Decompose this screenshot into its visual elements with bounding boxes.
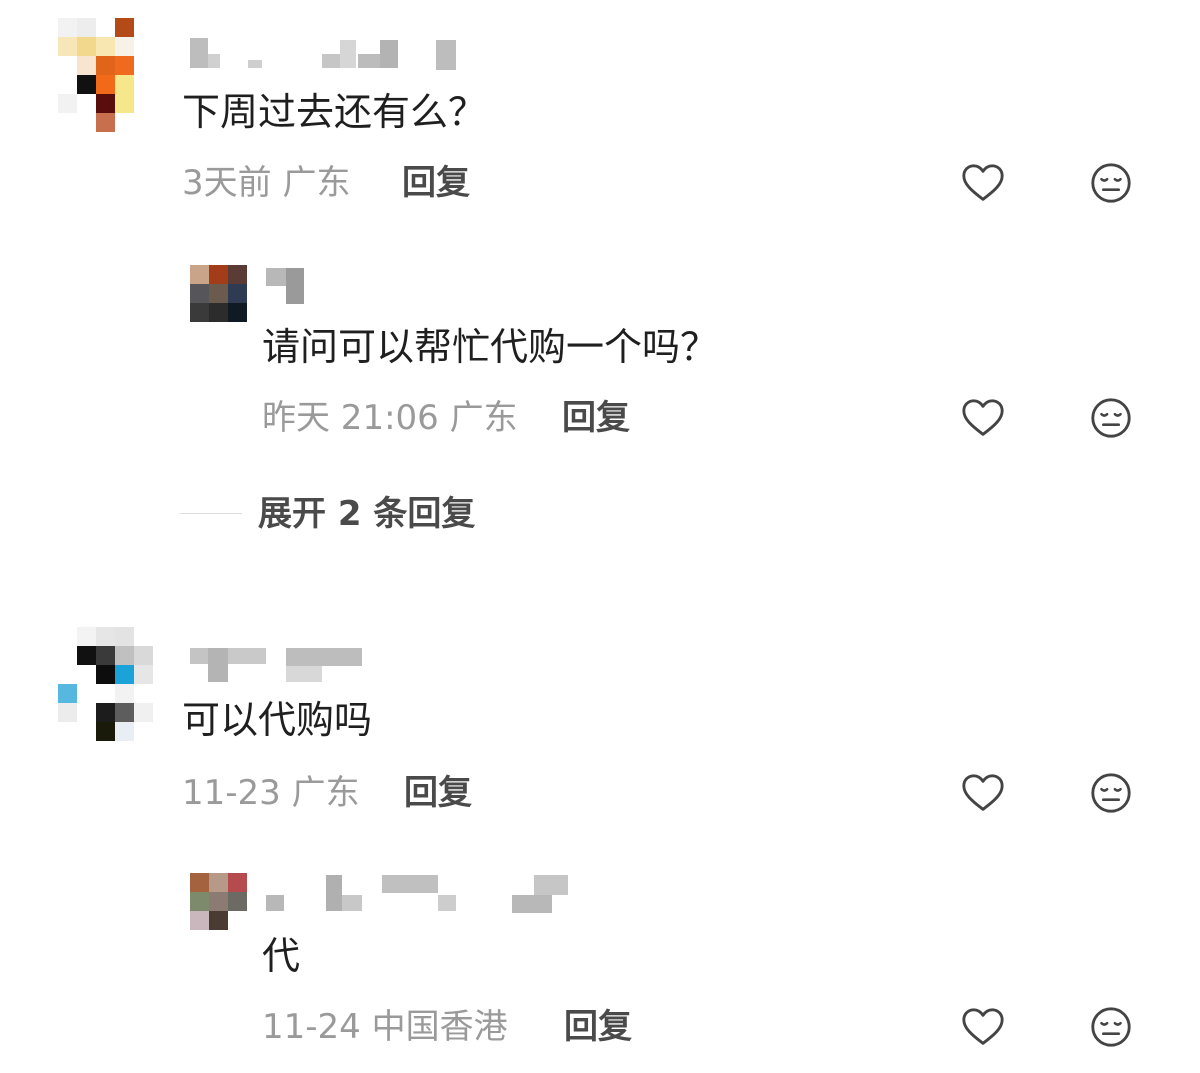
neutral-face-icon[interactable] <box>1088 770 1134 816</box>
username-blurred[interactable] <box>266 873 576 915</box>
reply-location: 广东 <box>449 398 518 438</box>
reply-time: 11-24 <box>262 1007 361 1047</box>
reply-button[interactable]: 回复 <box>404 773 472 813</box>
reply-location: 中国香港 <box>371 1007 508 1047</box>
avatar[interactable] <box>58 627 154 742</box>
expand-replies-button[interactable]: 展开 2 条回复 <box>258 492 475 536</box>
reply-meta: 11-24 中国香港 <box>262 1007 508 1047</box>
comment-location: 广东 <box>282 163 351 203</box>
username-blurred[interactable] <box>266 264 306 306</box>
heart-icon[interactable] <box>960 160 1006 206</box>
neutral-face-icon[interactable] <box>1088 1004 1134 1050</box>
reply-button[interactable]: 回复 <box>564 1007 632 1047</box>
heart-icon[interactable] <box>960 395 1006 441</box>
username-blurred[interactable] <box>190 30 460 72</box>
comment-time: 11-23 <box>182 773 281 813</box>
reply-text: 代 <box>262 934 301 978</box>
reply-time: 昨天 21:06 <box>262 398 439 438</box>
comment-location: 广东 <box>291 773 360 813</box>
avatar[interactable] <box>190 873 247 930</box>
neutral-face-icon[interactable] <box>1088 160 1134 206</box>
comment-time: 3天前 <box>182 163 272 203</box>
heart-icon[interactable] <box>960 1004 1006 1050</box>
username-blurred[interactable] <box>190 642 365 684</box>
reply-button[interactable]: 回复 <box>562 398 630 438</box>
avatar[interactable] <box>58 18 154 133</box>
divider <box>180 513 242 514</box>
comment-text: 下周过去还有么？ <box>182 90 487 134</box>
neutral-face-icon[interactable] <box>1088 395 1134 441</box>
reply-button[interactable]: 回复 <box>402 163 470 203</box>
comment-text: 可以代购吗 <box>182 698 373 742</box>
comment-meta: 3天前 广东 <box>182 163 350 203</box>
heart-icon[interactable] <box>960 770 1006 816</box>
avatar[interactable] <box>190 265 247 322</box>
reply-text: 请问可以帮忙代购一个吗？ <box>262 325 719 369</box>
comment-meta: 11-23 广东 <box>182 773 360 813</box>
reply-meta: 昨天 21:06 广东 <box>262 398 518 438</box>
